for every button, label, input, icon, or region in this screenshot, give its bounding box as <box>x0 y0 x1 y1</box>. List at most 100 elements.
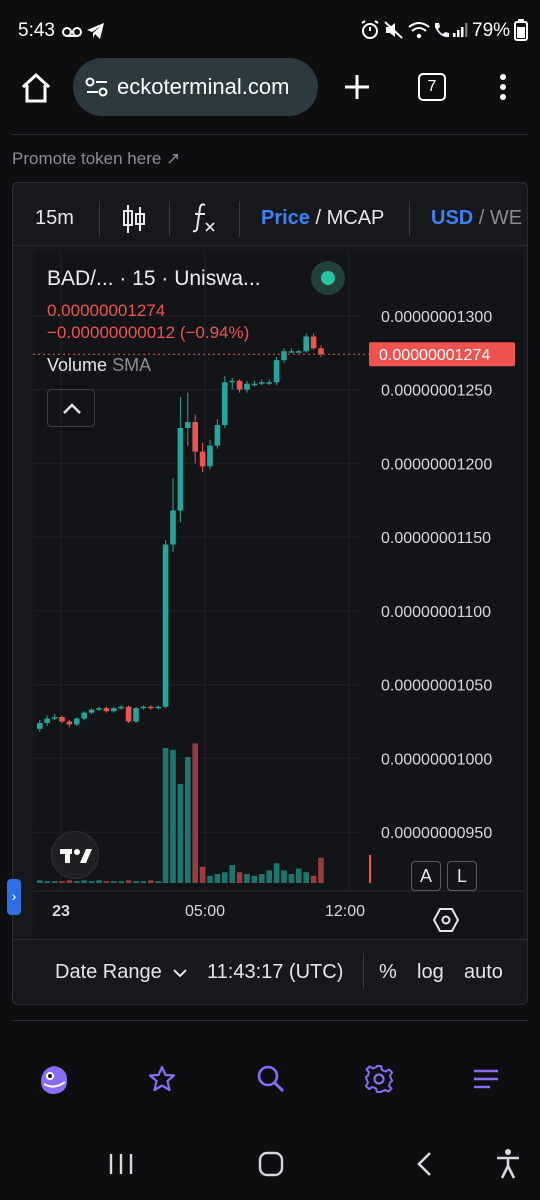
new-tab-icon[interactable] <box>343 73 371 101</box>
candle-body <box>170 510 176 545</box>
candle-body <box>177 427 184 511</box>
y-axis-tick-label: 0.00000000950 <box>381 825 492 842</box>
candle-body <box>103 708 110 712</box>
tab-switcher-button[interactable]: 7 <box>418 73 446 101</box>
y-axis-tick-label: 0.00000001100 <box>381 604 491 621</box>
symbol-legend: BAD/... · 15 · Uniswa... <box>47 267 261 290</box>
candle-body <box>155 706 161 709</box>
url-text[interactable]: eckoterminal.com <box>117 74 312 100</box>
candlestick-icon[interactable] <box>121 203 147 235</box>
percent-scale-button[interactable]: % <box>379 961 397 984</box>
candle-body <box>37 722 43 729</box>
toolbar-separator <box>99 201 100 237</box>
volume-bar <box>296 868 302 883</box>
weth-option[interactable]: / WE <box>473 207 522 229</box>
mcap-option[interactable]: / MCAP <box>310 207 384 229</box>
home-button-icon[interactable] <box>257 1150 285 1178</box>
volume-bar <box>103 881 110 883</box>
volume-bar <box>236 872 243 883</box>
volume-bar <box>207 875 213 883</box>
search-icon[interactable] <box>256 1064 286 1094</box>
auto-scale-a-button[interactable]: A <box>411 861 441 891</box>
volume-legend-label: Volume SMA <box>47 355 152 375</box>
candle-body <box>148 706 154 709</box>
utc-time[interactable]: 11:43:17 (UTC) <box>207 961 343 984</box>
volume-bar <box>66 880 73 883</box>
gear-icon[interactable] <box>364 1064 394 1094</box>
indicators-icon[interactable] <box>191 201 217 235</box>
status-time: 5:43 <box>18 20 55 41</box>
volume-bar <box>111 881 117 883</box>
settings-hexagon-icon[interactable] <box>433 907 459 933</box>
tradingview-logo[interactable] <box>51 831 99 879</box>
more-menu-icon[interactable] <box>496 72 510 102</box>
candle-body <box>251 383 258 386</box>
back-icon[interactable] <box>414 1150 434 1178</box>
log-scale-button[interactable]: log <box>417 961 444 984</box>
gecko-home-icon[interactable] <box>38 1064 70 1096</box>
legend-price: 0.00000001274 <box>47 301 166 320</box>
home-icon[interactable] <box>20 72 52 104</box>
toolbar-separator <box>409 201 410 237</box>
auto-scale-button[interactable]: auto <box>464 961 503 984</box>
volume-bar <box>59 881 65 883</box>
volume-bar <box>199 866 206 883</box>
y-axis-tick-label: 0.00000001000 <box>381 751 492 768</box>
site-settings-icon[interactable] <box>85 76 109 98</box>
last-price-tag-label: 0.00000001274 <box>379 347 490 364</box>
volume-bar <box>74 881 80 883</box>
interval-button[interactable]: 15m <box>35 207 74 230</box>
candle-body <box>44 718 50 723</box>
x-axis-tick-label: 23 <box>52 903 70 920</box>
collapse-legend-button[interactable] <box>47 389 95 427</box>
volume-bar <box>140 881 147 883</box>
volume-bar <box>148 880 154 883</box>
volume-bar <box>251 875 258 883</box>
volume-bar <box>318 857 324 883</box>
currency-toggle[interactable]: USD / WE <box>431 207 523 230</box>
candle-body <box>51 717 58 719</box>
bottom-nav <box>0 1040 540 1130</box>
chart-card: 15m Price / MCAP USD / WE 0.00000001300 0… <box>7 182 528 1005</box>
log-scale-l-button[interactable]: L <box>447 861 477 891</box>
chevron-up-icon <box>63 403 81 414</box>
menu-icon[interactable] <box>472 1068 500 1090</box>
candle-body <box>125 706 132 722</box>
price-mcap-toggle[interactable]: Price / MCAP <box>261 207 384 230</box>
battery-icon <box>514 19 528 41</box>
y-axis-tick-label: 0.00000001150 <box>381 530 491 547</box>
candle-body <box>229 380 235 383</box>
usd-option[interactable]: USD <box>431 207 473 229</box>
recent-apps-icon[interactable] <box>108 1152 134 1176</box>
date-range-button[interactable]: Date Range <box>55 961 188 984</box>
volume-bar <box>185 757 191 883</box>
candle-body <box>199 451 206 467</box>
candle-body <box>273 360 280 383</box>
candle-body <box>88 709 95 713</box>
status-indicator <box>311 261 345 295</box>
volume-bar <box>88 881 95 883</box>
chart-area[interactable]: 0.00000001300 0.00000001250 0.00000001200 0… <box>33 251 523 939</box>
accessibility-icon[interactable] <box>494 1148 522 1180</box>
star-watchlist-icon[interactable] <box>147 1064 177 1094</box>
candle-body <box>111 708 117 712</box>
candle-body <box>266 382 272 384</box>
volume-bar <box>37 880 43 883</box>
candle-body <box>222 382 228 426</box>
toolbar-separator <box>169 201 170 237</box>
expand-sidebar-handle[interactable]: › <box>7 879 21 915</box>
candle-body <box>59 717 65 722</box>
volume-bar <box>310 875 317 883</box>
mute-icon <box>384 21 403 39</box>
volume-bar <box>170 749 176 883</box>
telegram-icon <box>87 23 104 39</box>
legend-change: −0.00000000012 (−0.94%) <box>47 323 250 342</box>
promote-token-link[interactable]: Promote token here ↗ <box>12 149 180 169</box>
address-bar[interactable]: eckoterminal.com <box>73 58 318 116</box>
candle-body <box>162 544 169 707</box>
candle-body <box>192 422 198 452</box>
volume-bar <box>303 872 309 883</box>
volume-bar <box>177 784 184 883</box>
price-option[interactable]: Price <box>261 207 310 229</box>
candle-body <box>118 706 124 709</box>
